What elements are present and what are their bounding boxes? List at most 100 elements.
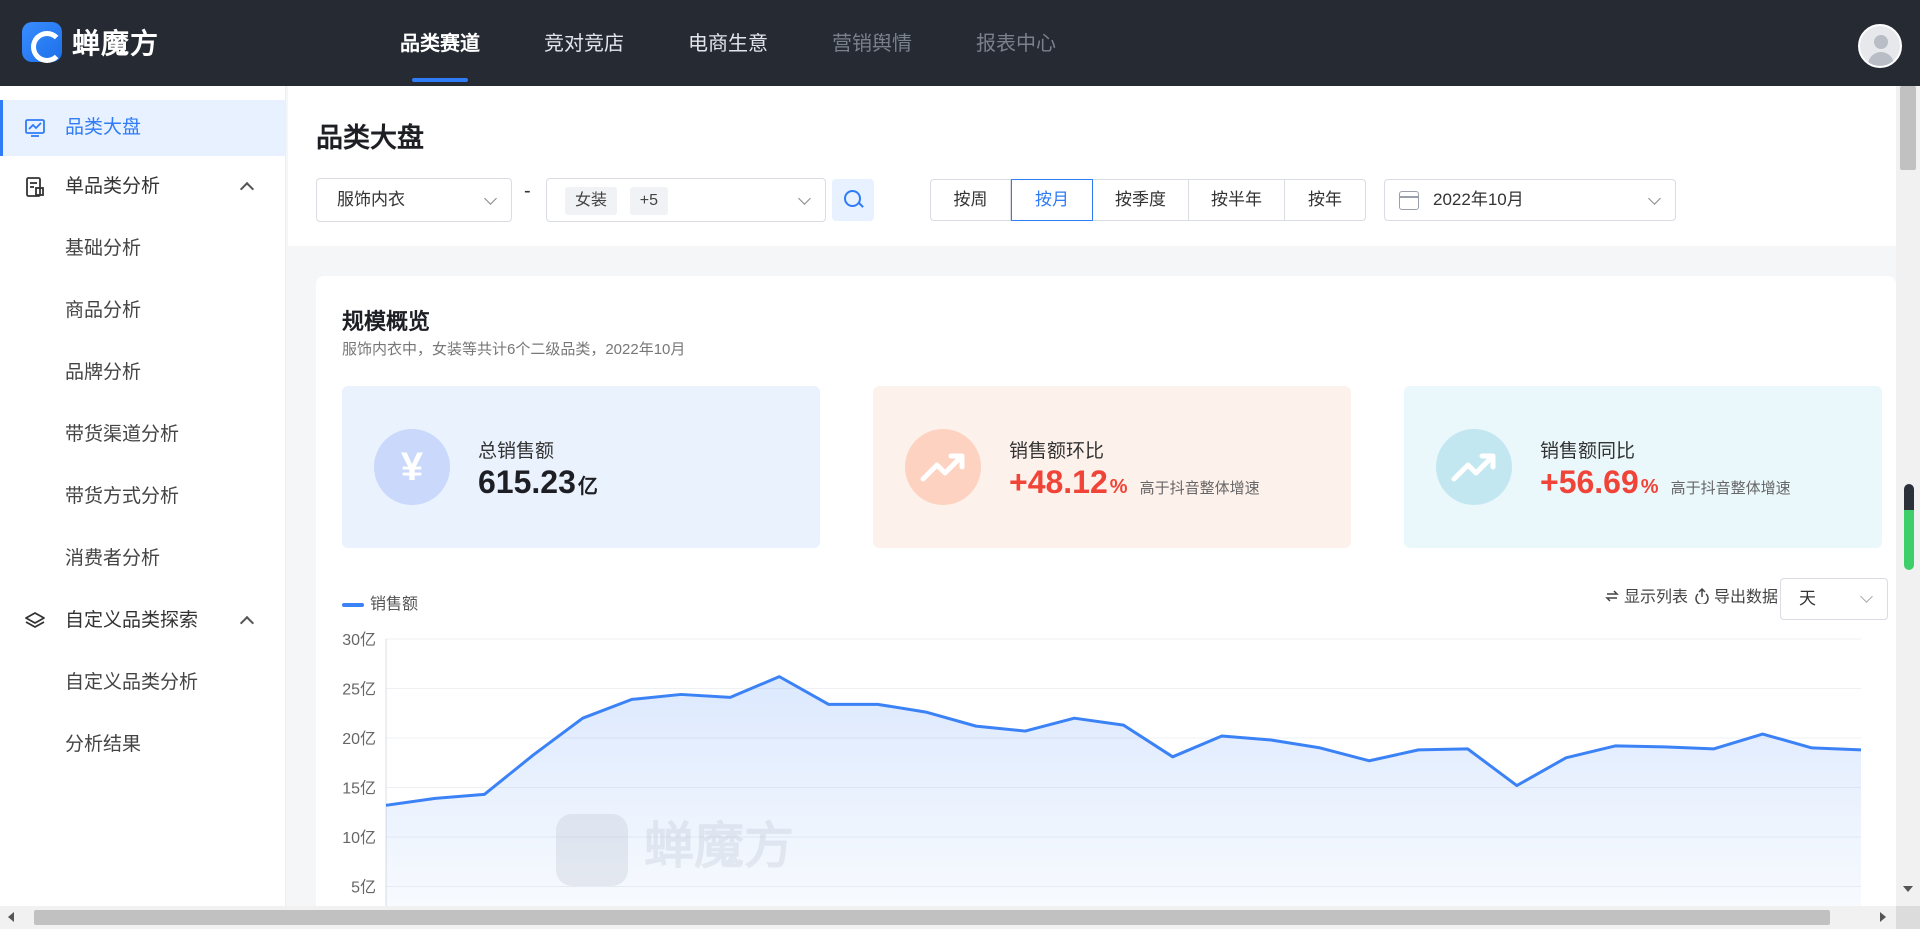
- subcategory-tag[interactable]: 女装: [565, 186, 618, 215]
- chevron-down-icon: [1648, 192, 1661, 205]
- horizontal-scrollbar[interactable]: [0, 906, 1896, 929]
- data-point[interactable]: [1268, 737, 1274, 743]
- data-point[interactable]: [1563, 755, 1569, 761]
- y-tick-label: 15亿: [342, 780, 376, 798]
- nav-item-category-track[interactable]: 品类赛道: [400, 0, 480, 86]
- chevron-down-icon: [1860, 590, 1873, 603]
- data-point[interactable]: [924, 709, 930, 715]
- stat-value: +48.12% 高于抖音整体增速: [1009, 464, 1260, 500]
- stat-note: 高于抖音整体增速: [1670, 480, 1791, 497]
- period-halfyear-button[interactable]: 按半年: [1189, 180, 1285, 220]
- data-point[interactable]: [678, 691, 684, 697]
- data-point[interactable]: [1465, 746, 1471, 752]
- sidebar-item-custom-analysis[interactable]: 自定义品类分析: [0, 652, 285, 714]
- show-table-button[interactable]: 显示列表: [1604, 582, 1688, 614]
- data-point[interactable]: [1612, 743, 1618, 749]
- category-select[interactable]: 服饰内衣: [316, 178, 512, 222]
- nav-item-reports[interactable]: 报表中心: [976, 0, 1056, 86]
- data-point[interactable]: [973, 723, 979, 729]
- chevron-up-icon[interactable]: [239, 181, 255, 197]
- month-date-picker[interactable]: 2022年10月: [1384, 179, 1676, 221]
- scroll-left-arrow-icon[interactable]: [8, 912, 14, 922]
- data-point[interactable]: [629, 696, 635, 702]
- data-point[interactable]: [383, 802, 389, 808]
- data-point[interactable]: [1809, 745, 1815, 751]
- data-point[interactable]: [531, 752, 537, 758]
- data-point[interactable]: [432, 795, 438, 801]
- period-segmented-control: 按周 按月 按季度 按半年 按年: [930, 179, 1366, 221]
- data-point[interactable]: [1317, 745, 1323, 751]
- data-point[interactable]: [1366, 758, 1372, 764]
- swap-icon: [1605, 590, 1619, 602]
- sidebar-item-consumer-analysis[interactable]: 消费者分析: [0, 528, 285, 590]
- top-navbar: 蝉魔方 品类赛道 竞对竞店 电商生意 营销舆情 报表中心: [0, 0, 1920, 86]
- sidebar-item-method-analysis[interactable]: 带货方式分析: [0, 466, 285, 528]
- y-tick-label: 10亿: [342, 829, 376, 847]
- chart-monitor-icon: [25, 119, 45, 137]
- data-point[interactable]: [1170, 754, 1176, 760]
- sidebar-item-brand-analysis[interactable]: 品牌分析: [0, 342, 285, 404]
- data-point[interactable]: [1022, 728, 1028, 734]
- data-point[interactable]: [776, 674, 782, 680]
- main-nav: 品类赛道 竞对竞店 电商生意 营销舆情 报表中心: [400, 0, 1120, 86]
- scroll-right-arrow-icon[interactable]: [1880, 912, 1886, 922]
- stat-card-yoy: 销售额同比 +56.69% 高于抖音整体增速: [1404, 386, 1882, 548]
- data-point[interactable]: [1661, 744, 1667, 750]
- stat-label: 总销售额: [478, 441, 555, 462]
- user-avatar[interactable]: [1858, 24, 1902, 68]
- data-point[interactable]: [1514, 783, 1520, 789]
- floating-side-widget[interactable]: [1904, 484, 1914, 570]
- subcategory-select[interactable]: 女装 +5: [546, 178, 826, 222]
- data-point[interactable]: [826, 701, 832, 707]
- horizontal-scroll-thumb[interactable]: [34, 910, 1830, 925]
- date-picker-value: 2022年10月: [1433, 190, 1524, 209]
- y-tick-label: 30亿: [342, 631, 376, 649]
- data-point[interactable]: [1711, 746, 1717, 752]
- sidebar-group-single-category[interactable]: 单品类分析: [0, 156, 285, 218]
- stat-card-mom: 销售额环比 +48.12% 高于抖音整体增速: [873, 386, 1351, 548]
- sidebar-group-custom-category[interactable]: 自定义品类探索: [0, 590, 285, 652]
- subcategory-more-tag[interactable]: +5: [629, 186, 668, 215]
- section-title: 规模概览: [342, 309, 431, 334]
- stat-label: 销售额环比: [1009, 441, 1105, 462]
- period-month-button[interactable]: 按月: [1011, 179, 1093, 221]
- brand-logo[interactable]: 蝉魔方: [22, 22, 159, 63]
- data-point[interactable]: [1071, 715, 1077, 721]
- nav-item-marketing[interactable]: 营销舆情: [832, 0, 912, 86]
- nav-item-ecommerce[interactable]: 电商生意: [688, 0, 768, 86]
- vertical-scroll-thumb[interactable]: [1900, 86, 1916, 170]
- chart-legend[interactable]: 销售额: [342, 590, 418, 614]
- data-point[interactable]: [1121, 722, 1127, 728]
- data-point[interactable]: [1219, 733, 1225, 739]
- data-point[interactable]: [580, 715, 586, 721]
- data-point[interactable]: [727, 694, 733, 700]
- nav-item-competitor[interactable]: 竞对竞店: [544, 0, 624, 86]
- chevron-down-icon: [484, 192, 497, 205]
- search-button[interactable]: [832, 179, 874, 221]
- sidebar-item-category-overview[interactable]: 品类大盘: [0, 100, 285, 156]
- legend-line-marker: [342, 602, 364, 607]
- chevron-up-icon[interactable]: [239, 615, 255, 631]
- stat-card-total-sales: ¥ 总销售额 615.23 亿: [342, 386, 820, 548]
- sidebar-item-product-analysis[interactable]: 商品分析: [0, 280, 285, 342]
- sidebar-item-analysis-results[interactable]: 分析结果: [0, 714, 285, 776]
- data-point[interactable]: [1760, 731, 1766, 737]
- sales-area-chart: 5亿 10亿 15亿 20亿 25亿 30亿: [342, 631, 1864, 906]
- filter-header: 品类大盘 服饰内衣 - 女装 +5 按周 按月 按季度 按半年 按年 2022年…: [288, 86, 1896, 246]
- page-title: 品类大盘: [316, 123, 424, 153]
- data-point[interactable]: [1858, 747, 1864, 753]
- export-data-button[interactable]: 导出数据: [1694, 582, 1778, 614]
- period-quarter-button[interactable]: 按季度: [1093, 180, 1189, 220]
- data-point[interactable]: [875, 701, 881, 707]
- period-year-button[interactable]: 按年: [1285, 180, 1365, 220]
- period-week-button[interactable]: 按周: [931, 180, 1011, 220]
- document-chart-icon: [26, 177, 44, 197]
- main-content: 品类大盘 服饰内衣 - 女装 +5 按周 按月 按季度 按半年 按年 2022年…: [288, 86, 1896, 906]
- scroll-down-arrow-icon[interactable]: [1903, 886, 1913, 892]
- sidebar-item-basic-analysis[interactable]: 基础分析: [0, 218, 285, 280]
- granularity-select[interactable]: 天: [1780, 578, 1888, 620]
- sidebar-item-channel-analysis[interactable]: 带货渠道分析: [0, 404, 285, 466]
- data-point[interactable]: [1416, 747, 1422, 753]
- stat-note: 高于抖音整体增速: [1139, 480, 1260, 497]
- data-point[interactable]: [481, 791, 487, 797]
